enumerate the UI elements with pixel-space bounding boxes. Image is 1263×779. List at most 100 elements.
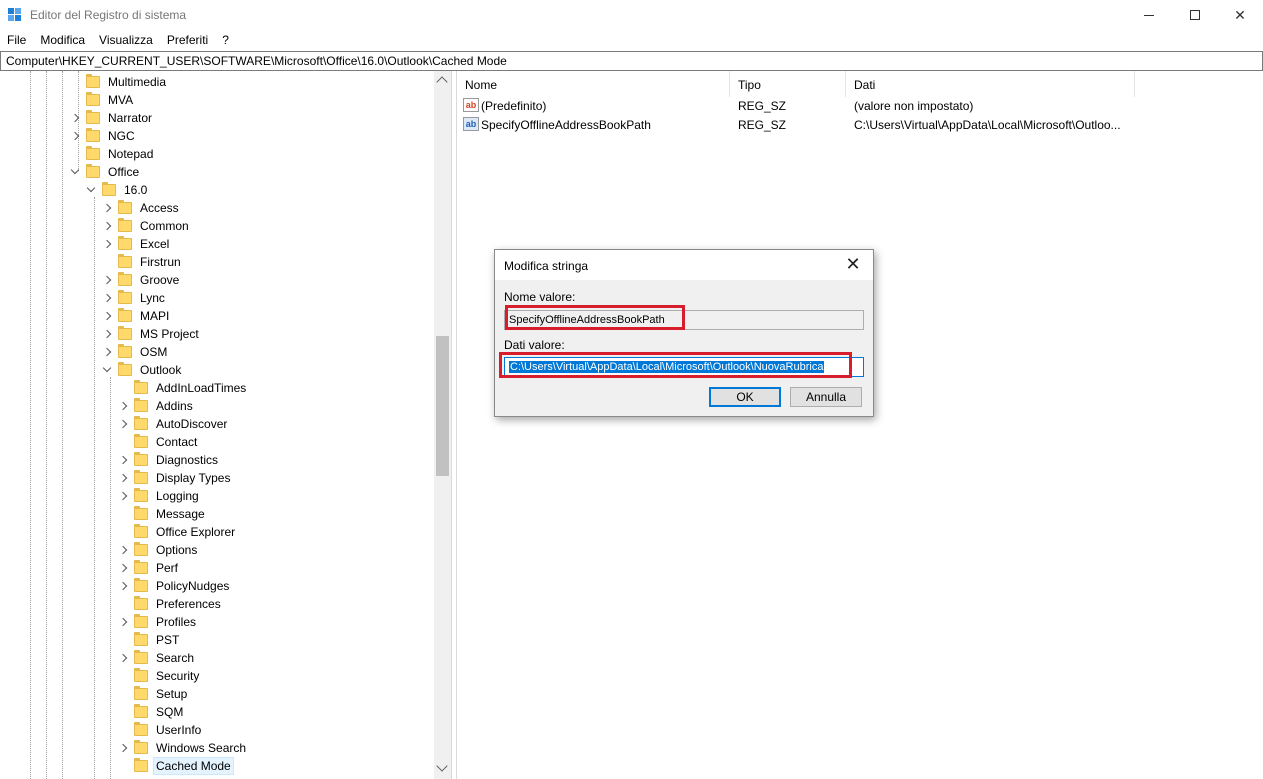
value-data: C:\Users\Virtual\AppData\Local\Microsoft…: [854, 118, 1121, 132]
tree-node-ms-project[interactable]: MS Project: [102, 325, 201, 343]
chevron-down-icon[interactable]: [86, 181, 98, 199]
chevron-right-icon[interactable]: [102, 325, 114, 343]
tree-node-outlook[interactable]: Outlook: [102, 361, 183, 379]
tree-node-office[interactable]: Office: [70, 163, 141, 181]
folder-icon: [134, 542, 148, 556]
edit-string-dialog: Modifica stringa ✕ Nome valore: SpecifyO…: [494, 249, 874, 417]
chevron-right-icon[interactable]: [102, 271, 114, 289]
tree-node-firstrun[interactable]: Firstrun: [102, 253, 183, 271]
menu-file[interactable]: File: [0, 30, 33, 50]
chevron-right-icon[interactable]: [70, 127, 82, 145]
tree-node-16-0[interactable]: 16.0: [86, 181, 149, 199]
tree-node-pst[interactable]: PST: [118, 631, 181, 649]
menu-preferiti[interactable]: Preferiti: [160, 30, 215, 50]
ok-button[interactable]: OK: [709, 387, 781, 407]
tree-node-label: Profiles: [156, 615, 197, 629]
menu-modifica[interactable]: Modifica: [33, 30, 92, 50]
tree-node-profiles[interactable]: Profiles: [118, 613, 198, 631]
chevron-right-icon[interactable]: [118, 469, 130, 487]
maximize-button[interactable]: [1172, 0, 1218, 30]
chevron-right-icon[interactable]: [118, 739, 130, 757]
tree-node-notepad[interactable]: Notepad: [70, 145, 155, 163]
folder-icon: [86, 110, 100, 124]
value-row[interactable]: ab SpecifyOfflineAddressBookPath REG_SZ …: [457, 116, 1263, 134]
tree-node-perf[interactable]: Perf: [118, 559, 180, 577]
tree-node-addinloadtimes[interactable]: AddInLoadTimes: [118, 379, 248, 397]
tree-node-policynudges[interactable]: PolicyNudges: [118, 577, 231, 595]
tree-node-access[interactable]: Access: [102, 199, 181, 217]
tree-node-message[interactable]: Message: [118, 505, 207, 523]
value-data: (valore non impostato): [854, 99, 974, 113]
chevron-right-icon[interactable]: [118, 559, 130, 577]
cancel-button[interactable]: Annulla: [790, 387, 862, 407]
folder-icon: [134, 380, 148, 394]
chevron-right-icon[interactable]: [102, 217, 114, 235]
chevron-down-icon[interactable]: [102, 361, 114, 379]
close-button[interactable]: ✕: [1217, 0, 1263, 30]
tree-node-addins[interactable]: Addins: [118, 397, 195, 415]
chevron-right-icon[interactable]: [118, 451, 130, 469]
tree-node-options[interactable]: Options: [118, 541, 199, 559]
chevron-right-icon[interactable]: [70, 109, 82, 127]
tree-node-windows-search[interactable]: Windows Search: [118, 739, 248, 757]
chevron-right-icon[interactable]: [118, 397, 130, 415]
chevron-right-icon[interactable]: [118, 415, 130, 433]
tree-node-security[interactable]: Security: [118, 667, 201, 685]
chevron-right-icon[interactable]: [118, 577, 130, 595]
chevron-right-icon[interactable]: [102, 235, 114, 253]
column-header-data[interactable]: Dati: [846, 71, 1135, 97]
chevron-right-icon[interactable]: [102, 343, 114, 361]
tree-node-excel[interactable]: Excel: [102, 235, 171, 253]
dialog-close-icon[interactable]: ✕: [843, 255, 863, 275]
tree-node-preferences[interactable]: Preferences: [118, 595, 223, 613]
column-header-type[interactable]: Tipo: [730, 71, 846, 97]
chevron-right-icon[interactable]: [102, 289, 114, 307]
tree-node-logging[interactable]: Logging: [118, 487, 201, 505]
tree-node-cached-mode[interactable]: Cached Mode: [118, 757, 234, 775]
folder-icon: [134, 704, 148, 718]
tree-node-contact[interactable]: Contact: [118, 433, 199, 451]
tree-node-label: Groove: [140, 273, 180, 287]
chevron-down-icon[interactable]: [70, 163, 82, 181]
tree-guide-line: [94, 197, 95, 779]
tree-node-sqm[interactable]: SQM: [118, 703, 185, 721]
menu-help[interactable]: ?: [215, 30, 236, 50]
tree-node-label: Firstrun: [140, 255, 181, 269]
tree-node-multimedia[interactable]: Multimedia: [70, 73, 168, 91]
tree-node-office-explorer[interactable]: Office Explorer: [118, 523, 237, 541]
tree-node-mva[interactable]: MVA: [70, 91, 135, 109]
tree-node-diagnostics[interactable]: Diagnostics: [118, 451, 220, 469]
address-bar[interactable]: Computer\HKEY_CURRENT_USER\SOFTWARE\Micr…: [0, 51, 1263, 71]
scroll-down-icon[interactable]: [436, 760, 448, 772]
chevron-right-icon[interactable]: [118, 487, 130, 505]
chevron-right-icon[interactable]: [102, 307, 114, 325]
chevron-right-icon[interactable]: [102, 199, 114, 217]
tree-node-userinfo[interactable]: UserInfo: [118, 721, 203, 739]
scroll-thumb[interactable]: [436, 336, 449, 476]
chevron-right-icon[interactable]: [118, 649, 130, 667]
chevron-right-icon[interactable]: [118, 613, 130, 631]
scroll-up-icon[interactable]: [436, 76, 448, 88]
tree-scrollbar[interactable]: [434, 71, 451, 779]
folder-icon: [134, 632, 148, 646]
value-row[interactable]: ab (Predefinito) REG_SZ (valore non impo…: [457, 97, 1263, 115]
tree-node-ngc[interactable]: NGC: [70, 127, 137, 145]
tree-node-common[interactable]: Common: [102, 217, 191, 235]
tree-node-autodiscover[interactable]: AutoDiscover: [118, 415, 229, 433]
tree-node-groove[interactable]: Groove: [102, 271, 181, 289]
chevron-right-icon[interactable]: [118, 541, 130, 559]
tree-node-osm[interactable]: OSM: [102, 343, 169, 361]
value-name: SpecifyOfflineAddressBookPath: [481, 118, 651, 132]
tree-node-display-types[interactable]: Display Types: [118, 469, 232, 487]
tree-node-search[interactable]: Search: [118, 649, 196, 667]
column-header-name[interactable]: Nome: [457, 71, 730, 97]
menu-visualizza[interactable]: Visualizza: [92, 30, 160, 50]
tree-node-lync[interactable]: Lync: [102, 289, 167, 307]
tree-node-mapi[interactable]: MAPI: [102, 307, 171, 325]
registry-tree[interactable]: Multimedia MVA Narrator NGC Notepad Office 16.…: [0, 71, 452, 779]
tree-node-setup[interactable]: Setup: [118, 685, 189, 703]
value-type: REG_SZ: [738, 118, 787, 132]
tree-node-narrator[interactable]: Narrator: [70, 109, 154, 127]
minimize-button[interactable]: [1126, 0, 1172, 30]
